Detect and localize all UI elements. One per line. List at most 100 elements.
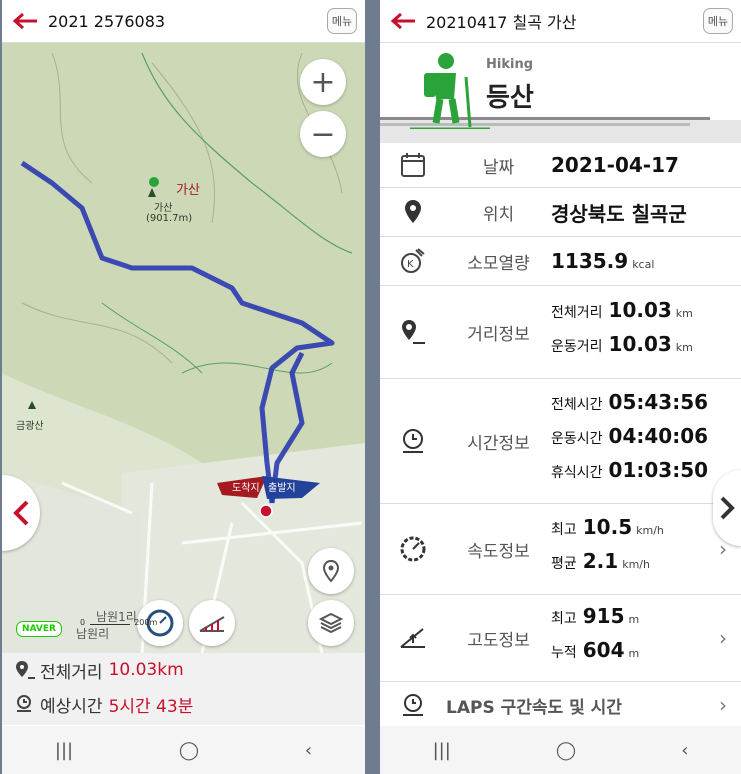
layers-button[interactable]	[308, 600, 354, 646]
altitude-item-unit: m	[628, 647, 640, 660]
date-row: 날짜 2021-04-17	[380, 143, 741, 188]
location-icon	[405, 200, 421, 223]
time-item-label: 운동시간	[551, 431, 603, 447]
total-distance-row: 전체거리 10.03km	[2, 653, 365, 687]
total-distance-value: 10.03km	[108, 660, 184, 680]
elevation-button[interactable]	[189, 600, 235, 646]
distance-item-label: 전체거리	[551, 305, 603, 321]
menu-button[interactable]: 메뉴	[327, 8, 357, 34]
distance-item-unit: km	[675, 341, 693, 354]
speed-label: 속도정보	[467, 541, 530, 562]
mountain-label: 금광산	[16, 421, 44, 432]
back-button-right[interactable]	[380, 0, 426, 42]
altitude-item-value: 604	[582, 638, 625, 662]
elevation-icon	[199, 616, 225, 632]
altitude-row[interactable]: 고도정보 최고 915 m 누적 604 m ›	[380, 595, 741, 682]
altitude-item-value: 915	[582, 604, 625, 628]
altitude-item-label: 누적	[551, 645, 577, 661]
distance-label: 거리정보	[467, 324, 530, 345]
zoom-in-button[interactable]: +	[300, 59, 346, 105]
back-button[interactable]	[2, 0, 48, 42]
page-title-right: 20210417 칠곡 가산	[426, 13, 577, 32]
time-item-value: 05:43:56	[608, 390, 709, 414]
laps-clock-icon	[403, 694, 423, 716]
location-pin-icon	[322, 559, 340, 583]
location-row: 위치 경상북도 칠곡군	[380, 188, 741, 237]
speed-item-value: 10.5	[582, 515, 633, 539]
distance-item-value: 10.03	[608, 298, 672, 322]
svg-text:K: K	[407, 259, 414, 270]
hiker-icon	[410, 53, 490, 129]
scale-value: 200m	[134, 618, 158, 627]
altitude-item: 최고 915 m	[551, 604, 741, 638]
home-icon[interactable]: ◯	[179, 740, 199, 761]
peak-detail-1: 가산	[154, 203, 173, 214]
detail-screen: 20210417 칠곡 가산 메뉴 Hiking 등산 날짜 2021-04-1…	[380, 0, 741, 774]
altitude-item-unit: m	[628, 613, 640, 626]
speed-icon	[400, 536, 426, 562]
chevron-right-icon: ›	[719, 693, 727, 717]
speed-item-label: 최고	[551, 522, 577, 538]
time-item-value: 01:03:50	[608, 458, 709, 482]
distance-row: 거리정보 전체거리 10.03 km 운동거리 10.03 km	[380, 286, 741, 379]
altitude-item-label: 최고	[551, 611, 577, 627]
calorie-icon: K	[401, 248, 425, 273]
expected-time-row: 예상시간 5시간 43분	[2, 687, 365, 721]
distance-item: 운동거리 10.03 km	[551, 332, 741, 366]
speed-item-unit: km/h	[636, 524, 664, 537]
location-label: 위치	[482, 204, 515, 225]
back-nav-icon[interactable]: ‹	[681, 740, 688, 761]
layers-icon	[319, 612, 343, 634]
calorie-unit: kcal	[632, 258, 655, 271]
date-value: 2021-04-17	[551, 153, 679, 177]
menu-button-right[interactable]: 메뉴	[703, 8, 733, 34]
time-item: 전체시간 05:43:56	[551, 390, 741, 424]
distance-item-unit: km	[675, 307, 693, 320]
calorie-value: 1135.9	[551, 249, 629, 273]
home-icon[interactable]: ◯	[556, 740, 576, 761]
clock-icon	[403, 429, 423, 453]
back-nav-icon[interactable]: ‹	[305, 740, 312, 761]
distance-item-label: 운동거리	[551, 339, 603, 355]
naver-logo: NAVER	[16, 621, 62, 637]
end-label: 도착지	[232, 483, 260, 494]
zoom-out-button[interactable]: −	[300, 111, 346, 157]
back-arrow-icon	[12, 12, 37, 30]
speed-item-value: 2.1	[582, 549, 619, 573]
time-item-label: 전체시간	[551, 397, 603, 413]
activity-en: Hiking	[486, 57, 533, 72]
recent-apps-icon[interactable]: |||	[55, 740, 73, 761]
laps-row[interactable]: LAPS 구간속도 및 시간 ›	[380, 682, 741, 729]
place-label-2: 남원리	[76, 627, 110, 641]
activity-kr: 등산	[486, 83, 534, 113]
altitude-label: 고도정보	[467, 630, 530, 651]
total-distance-label: 전체거리	[40, 662, 103, 683]
activity-banner: Hiking 등산	[380, 43, 741, 143]
chevron-right-icon: ›	[719, 626, 727, 650]
altitude-icon	[400, 628, 425, 648]
start-label: 출발지	[268, 483, 296, 494]
location-pin-button[interactable]	[308, 548, 354, 594]
system-nav-bar: ||| ◯ ‹	[2, 726, 365, 774]
peak-detail-2: (901.7m)	[146, 213, 193, 224]
time-item: 휴식시간 01:03:50	[551, 458, 741, 492]
clock-icon	[17, 695, 31, 712]
distance-item: 전체거리 10.03 km	[551, 298, 741, 332]
date-label: 날짜	[482, 157, 515, 178]
map-screen: 2021 2576083 메뉴 가산 가산 (901.7m) 금광산 도착지 출…	[2, 0, 365, 774]
peak-name: 가산	[176, 183, 200, 198]
expected-time-label: 예상시간	[40, 696, 103, 717]
recent-apps-icon[interactable]: |||	[433, 740, 451, 761]
chevron-left-icon	[13, 500, 29, 526]
time-item-value: 04:40:06	[608, 424, 709, 448]
distance-icon	[402, 320, 425, 344]
distance-item-value: 10.03	[608, 332, 672, 356]
speed-row[interactable]: 속도정보 최고 10.5 km/h 평균 2.1 km/h ›	[380, 504, 741, 595]
stats-list: 날짜 2021-04-17 위치 경상북도 칠곡군 K 소모열량 1135.9 k…	[380, 143, 741, 729]
calorie-label: 소모열량	[467, 253, 530, 274]
chevron-right-icon	[720, 496, 735, 520]
distance-icon	[16, 661, 35, 679]
speed-item: 평균 2.1 km/h	[551, 549, 741, 583]
map-view[interactable]: 가산 가산 (901.7m) 금광산 도착지 출발지 남원1리 남원리 + − …	[2, 43, 365, 653]
back-arrow-icon	[390, 12, 415, 30]
